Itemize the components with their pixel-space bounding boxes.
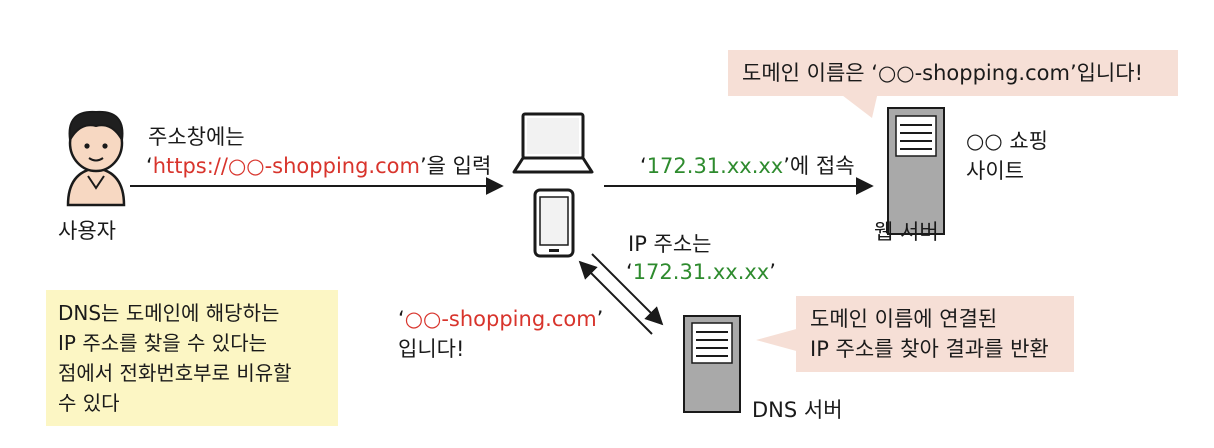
dns-query-line2: 입니다!: [398, 337, 465, 361]
dns-query-line1: ‘○○-shopping.com’: [398, 305, 603, 333]
web-server-label: 웹 서버: [874, 220, 939, 244]
dns-server-bubble: 도메인 이름에 연결된 IP 주소를 찾아 결과를 반환: [796, 296, 1074, 372]
user-label: 사용자: [58, 219, 116, 243]
site-name-line1: ○○ 쇼핑: [966, 129, 1048, 153]
connect-text: ‘172.31.xx.xx’에 접속: [640, 152, 855, 180]
request-quote-close: ’을 입력: [419, 154, 492, 178]
request-line2: ‘https://○○-shopping.com’을 입력: [146, 152, 491, 180]
dns-query-quote-close: ’: [596, 307, 604, 331]
request-url: https://○○-shopping.com: [152, 154, 420, 178]
connect-quote-close: ’에 접속: [783, 154, 855, 178]
dns-bubble-tail: [756, 328, 800, 352]
web-server-icon: [887, 107, 945, 235]
web-server-bubble: 도메인 이름은 ‘○○-shopping.com’입니다!: [728, 50, 1178, 96]
connect-ip: 172.31.xx.xx: [646, 154, 784, 178]
analogy-note: DNS는 도메인에 해당하는 IP 주소를 찾을 수 있다는 점에서 전화번호부…: [46, 290, 338, 426]
note-line3: 점에서 전화번호부로 비유할: [58, 361, 292, 385]
dns-server-icon: [683, 315, 741, 413]
site-name-line2: 사이트: [966, 159, 1024, 183]
dns-reply-line2: ‘172.31.xx.xx’: [626, 258, 776, 286]
note-line4: 수 있다: [58, 391, 120, 415]
web-bubble-prefix: 도메인 이름은 ‘: [742, 61, 878, 85]
note-line1: DNS는 도메인에 해당하는: [58, 301, 280, 325]
dns-server-label: DNS 서버: [752, 398, 843, 422]
dns-reply-quote-close: ’: [769, 260, 776, 284]
dns-query-quote-open: ‘: [398, 307, 405, 331]
dns-reply-ip: 172.31.xx.xx: [632, 260, 770, 284]
person-icon: [66, 110, 126, 207]
dns-reply-line1: IP 주소는: [628, 232, 712, 256]
web-bubble-suffix: ’입니다!: [1069, 61, 1143, 85]
web-bubble-domain: ○○-shopping.com: [877, 61, 1070, 85]
dns-bubble-line2: IP 주소를 찾아 결과를 반환: [810, 337, 1049, 361]
dns-reply-quote-open: ‘: [626, 260, 633, 284]
request-line1: 주소창에는: [148, 125, 245, 149]
smartphone-icon: [533, 188, 575, 258]
dns-bubble-line1: 도메인 이름에 연결된: [810, 307, 998, 331]
connect-quote-open: ‘: [640, 154, 647, 178]
request-quote-open: ‘: [146, 154, 153, 178]
laptop-icon: [512, 112, 594, 174]
note-line2: IP 주소를 찾을 수 있다는: [58, 331, 267, 355]
dns-query-domain: ○○-shopping.com: [404, 307, 597, 331]
